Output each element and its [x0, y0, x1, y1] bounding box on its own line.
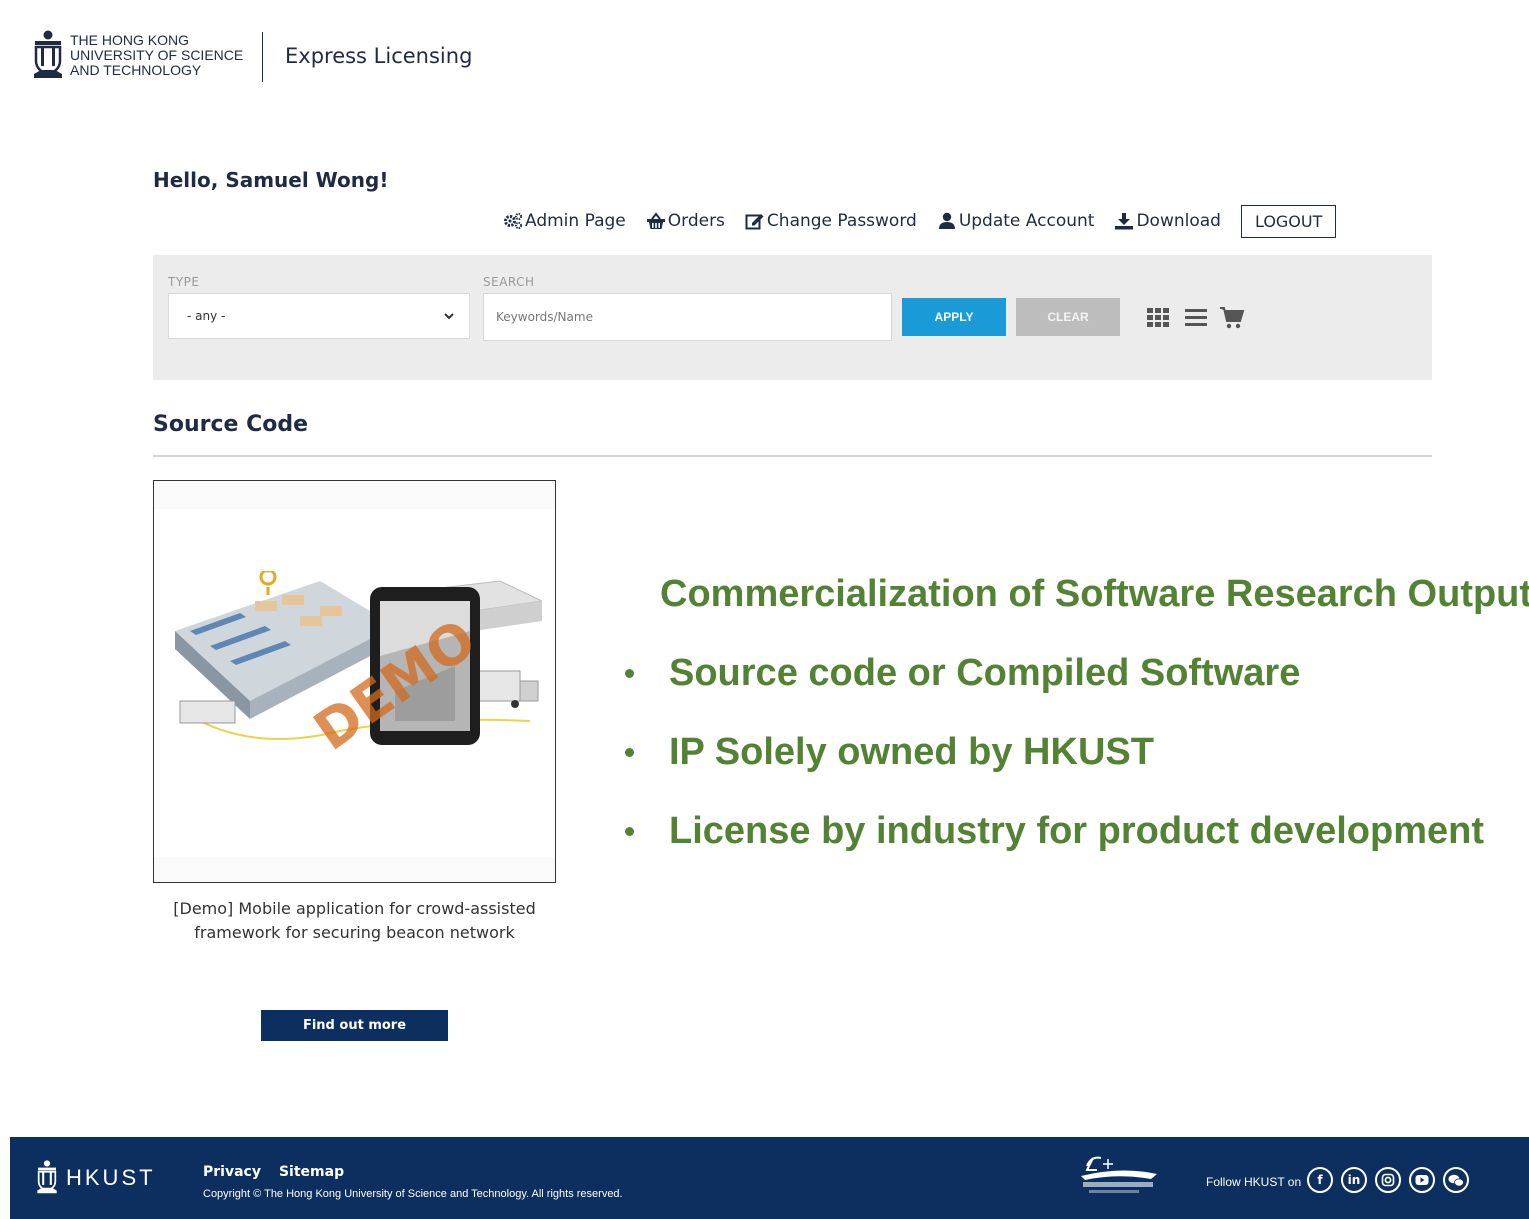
update-account-label: Update Account [958, 211, 1095, 231]
footer-brand[interactable]: HKUST [66, 1165, 156, 1191]
download-label: Download [1136, 211, 1221, 231]
list-view-icon[interactable] [1183, 305, 1209, 331]
cart-icon[interactable] [1219, 305, 1245, 331]
facebook-icon[interactable]: f [1307, 1167, 1333, 1193]
bullet-item: License by industry for product developm… [625, 792, 1529, 871]
youtube-glyph [1415, 1175, 1429, 1185]
bullet-text: IP Solely owned by HKUST [669, 731, 1154, 773]
type-label: TYPE [168, 275, 200, 289]
product-card[interactable]: DEMO [153, 480, 556, 883]
download-link[interactable]: Download [1114, 211, 1221, 231]
basket-icon [646, 212, 665, 229]
section-title: Source Code [153, 412, 309, 437]
apply-button[interactable]: APPLY [902, 298, 1006, 336]
section-divider [153, 455, 1432, 457]
grid-view-icon[interactable] [1145, 305, 1171, 331]
orders-label: Orders [667, 211, 725, 231]
greeting: Hello, Samuel Wong! [153, 168, 389, 192]
bullet-text: License by industry for product developm… [669, 810, 1485, 852]
bullet-dot [625, 827, 634, 836]
bullet-item: Commercialization of Software Research O… [625, 555, 1529, 634]
chevron-down-icon [444, 313, 454, 320]
product-image[interactable]: DEMO [170, 571, 542, 751]
search-label: SEARCH [483, 275, 535, 289]
follow-label: Follow HKUST on [1206, 1175, 1302, 1189]
type-select-value: - any - [187, 309, 226, 323]
filter-panel: TYPE - any - SEARCH APPLY CLEAR [153, 255, 1432, 380]
bullet-item: IP Solely owned by HKUST [625, 713, 1529, 792]
card-image-padding-bottom [154, 857, 555, 882]
hkust-footer-logo-icon[interactable] [35, 1160, 59, 1196]
search-input[interactable] [483, 293, 892, 341]
bullet-item: Source code or Compiled Software [625, 634, 1529, 713]
privacy-link[interactable]: Privacy [203, 1164, 261, 1180]
university-name: THE HONG KONG UNIVERSITY OF SCIENCE AND … [70, 32, 244, 78]
admin-page-label: Admin Page [525, 211, 626, 231]
app-title[interactable]: Express Licensing [285, 44, 472, 68]
instagram-icon[interactable] [1375, 1167, 1401, 1193]
account-nav: Admin Page Orders Change Password Update… [503, 203, 1337, 239]
copyright-text: Copyright © The Hong Kong University of … [203, 1188, 623, 1200]
caring-organisation-logo-icon[interactable] [1073, 1152, 1161, 1198]
change-password-link[interactable]: Change Password [745, 211, 917, 231]
wechat-icon[interactable] [1443, 1167, 1469, 1193]
logout-button[interactable]: LOGOUT [1240, 204, 1337, 238]
linkedin-icon[interactable]: in [1341, 1167, 1367, 1193]
bullet-text: Commercialization of Software Research O… [660, 573, 1529, 615]
bullet-dot [625, 669, 634, 678]
find-out-more-button[interactable]: Find out more [261, 1010, 448, 1041]
site-header: THE HONG KONG UNIVERSITY OF SCIENCE AND … [0, 0, 1529, 110]
edit-icon [745, 214, 764, 230]
product-description[interactable]: [Demo] Mobile application for crowd-assi… [153, 897, 556, 945]
user-icon [938, 212, 955, 229]
instagram-glyph [1381, 1173, 1395, 1187]
bullet-dot [625, 748, 634, 757]
type-select[interactable]: - any - [168, 293, 470, 339]
feature-bullets: Commercialization of Software Research O… [625, 555, 1529, 871]
change-password-label: Change Password [766, 211, 917, 231]
wechat-glyph [1448, 1174, 1464, 1186]
cogs-icon [504, 212, 523, 230]
clear-button[interactable]: CLEAR [1016, 298, 1120, 336]
header-divider [262, 32, 263, 82]
hkust-logo-icon[interactable] [32, 30, 64, 82]
admin-page-link[interactable]: Admin Page [503, 211, 626, 231]
sitemap-link[interactable]: Sitemap [279, 1164, 344, 1180]
card-image-padding [154, 481, 555, 509]
update-account-link[interactable]: Update Account [937, 211, 1095, 231]
orders-link[interactable]: Orders [646, 211, 725, 231]
site-footer: HKUST Privacy Sitemap Copyright © The Ho… [10, 1137, 1529, 1219]
download-icon [1115, 213, 1134, 230]
youtube-icon[interactable] [1409, 1167, 1435, 1193]
bullet-text: Source code or Compiled Software [669, 652, 1301, 694]
footer-links: Privacy Sitemap [203, 1164, 344, 1180]
